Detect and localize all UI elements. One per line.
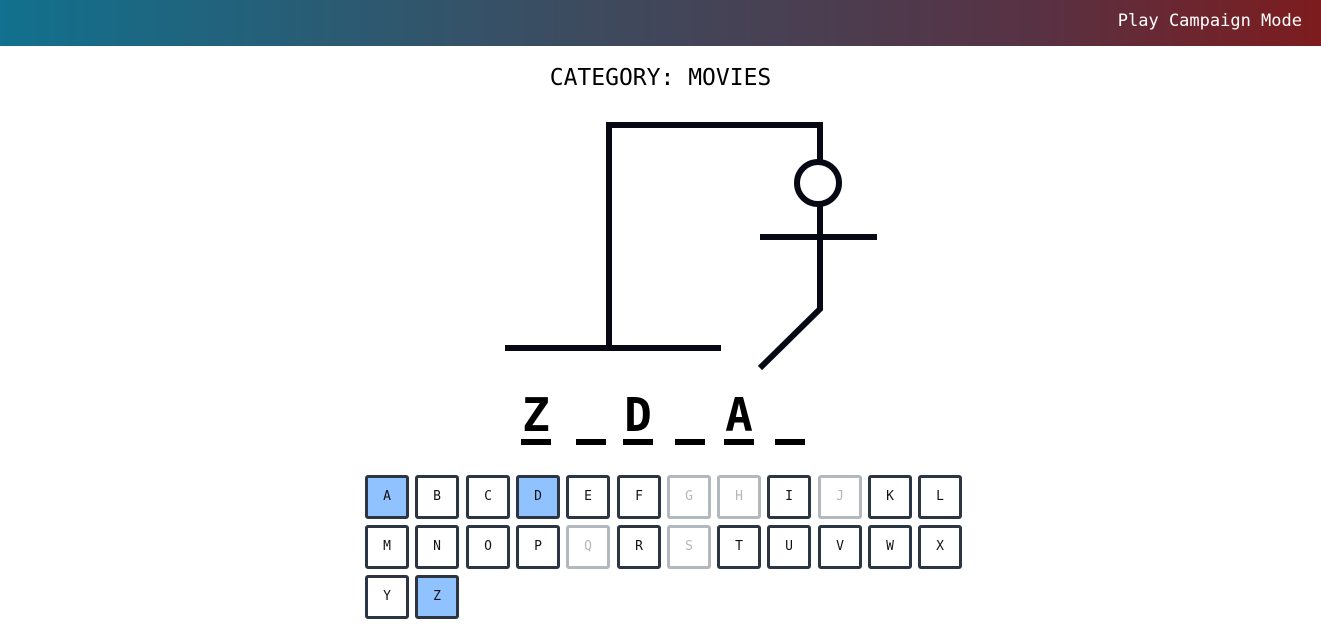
key-j: J [818,475,862,519]
key-a: A [365,475,409,519]
key-i[interactable]: I [767,475,811,519]
letter-slot: A [724,388,754,445]
letter-slot-underline [623,439,653,445]
key-y[interactable]: Y [365,575,409,619]
key-l[interactable]: L [918,475,962,519]
key-p[interactable]: P [516,525,560,569]
key-b[interactable]: B [415,475,459,519]
key-z: Z [415,575,459,619]
key-x[interactable]: X [918,525,962,569]
letter-slot-char: D [624,388,652,442]
letter-slot [576,388,606,445]
key-r[interactable]: R [617,525,661,569]
letter-slot-underline [775,439,805,445]
key-v[interactable]: V [818,525,862,569]
letter-slot [675,388,705,445]
key-g: G [667,475,711,519]
letter-slot-char: Z [522,388,550,442]
letter-slot-char: A [725,388,753,442]
letter-slot: Z [521,388,551,445]
key-e[interactable]: E [566,475,610,519]
letter-slot-underline [675,439,705,445]
letter-slot-underline [724,439,754,445]
letter-slot-underline [521,439,551,445]
key-u[interactable]: U [767,525,811,569]
hangman-head [794,159,842,207]
key-f[interactable]: F [617,475,661,519]
key-o[interactable]: O [466,525,510,569]
letter-slot-underline [576,439,606,445]
letter-slot [775,388,805,445]
key-n[interactable]: N [415,525,459,569]
key-h: H [717,475,761,519]
key-t[interactable]: T [717,525,761,569]
key-m[interactable]: M [365,525,409,569]
letter-slot: D [623,388,653,445]
hangman-left-leg [757,305,824,371]
key-s: S [667,525,711,569]
key-k[interactable]: K [868,475,912,519]
key-c[interactable]: C [466,475,510,519]
key-d: D [516,475,560,519]
key-q: Q [566,525,610,569]
key-w[interactable]: W [868,525,912,569]
